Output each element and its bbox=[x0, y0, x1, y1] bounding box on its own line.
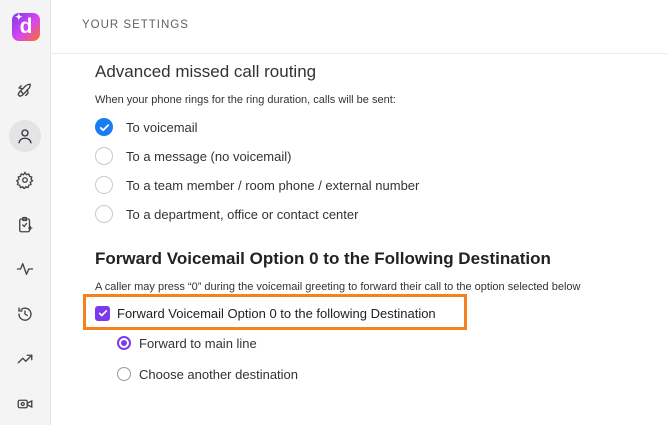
sparkle-icon: ✦ bbox=[15, 12, 23, 22]
radio-label: To a team member / room phone / external… bbox=[126, 177, 420, 193]
radio-to-department[interactable]: To a department, office or contact cente… bbox=[95, 204, 358, 224]
radio-label: To a message (no voicemail) bbox=[126, 148, 292, 164]
radio-choose-another-destination[interactable]: Choose another destination bbox=[117, 365, 298, 383]
radio-forward-main-line[interactable]: Forward to main line bbox=[117, 334, 257, 352]
nav-trending-icon[interactable] bbox=[9, 343, 41, 375]
radio-to-message[interactable]: To a message (no voicemail) bbox=[95, 146, 291, 166]
radio-unchecked-icon[interactable] bbox=[95, 176, 113, 194]
checkbox-checked-icon[interactable] bbox=[95, 305, 110, 321]
radio-label: To voicemail bbox=[126, 119, 198, 135]
radio-label: Forward to main line bbox=[139, 335, 257, 351]
nav-rocket-icon[interactable] bbox=[9, 75, 41, 107]
forward-section-title: Forward Voicemail Option 0 to the Follow… bbox=[95, 249, 551, 268]
nav-profile-icon[interactable] bbox=[9, 120, 41, 152]
radio-unchecked-icon[interactable] bbox=[95, 205, 113, 223]
radio-unchecked-icon[interactable] bbox=[117, 367, 131, 381]
nav-gear-icon[interactable] bbox=[9, 164, 41, 196]
radio-to-team-member[interactable]: To a team member / room phone / external… bbox=[95, 175, 419, 195]
nav-video-camera-icon[interactable] bbox=[9, 388, 41, 420]
radio-label: To a department, office or contact cente… bbox=[126, 206, 359, 222]
nav-history-icon[interactable] bbox=[9, 298, 41, 330]
radio-unchecked-icon[interactable] bbox=[95, 147, 113, 165]
radio-checked-icon[interactable] bbox=[117, 336, 131, 350]
app-logo[interactable]: ✦ d bbox=[12, 12, 40, 41]
checkbox-label: Forward Voicemail Option 0 to the follow… bbox=[117, 305, 436, 321]
radio-to-voicemail[interactable]: To voicemail bbox=[95, 117, 198, 137]
nav-clipboard-sparkle-icon[interactable] bbox=[9, 209, 41, 241]
forward-description: A caller may press “0” during the voicem… bbox=[95, 281, 581, 293]
settings-header: YOUR SETTINGS bbox=[50, 0, 667, 54]
page-title: YOUR SETTINGS bbox=[82, 19, 189, 31]
radio-label: Choose another destination bbox=[139, 366, 299, 382]
nav-activity-icon[interactable] bbox=[9, 253, 41, 285]
left-nav-rail: ✦ d bbox=[0, 0, 51, 425]
forward-option-checkbox[interactable]: Forward Voicemail Option 0 to the follow… bbox=[95, 303, 436, 323]
missed-call-section-title: Advanced missed call routing bbox=[95, 62, 317, 81]
missed-call-description: When your phone rings for the ring durat… bbox=[95, 94, 396, 106]
radio-checked-icon[interactable] bbox=[95, 118, 113, 136]
